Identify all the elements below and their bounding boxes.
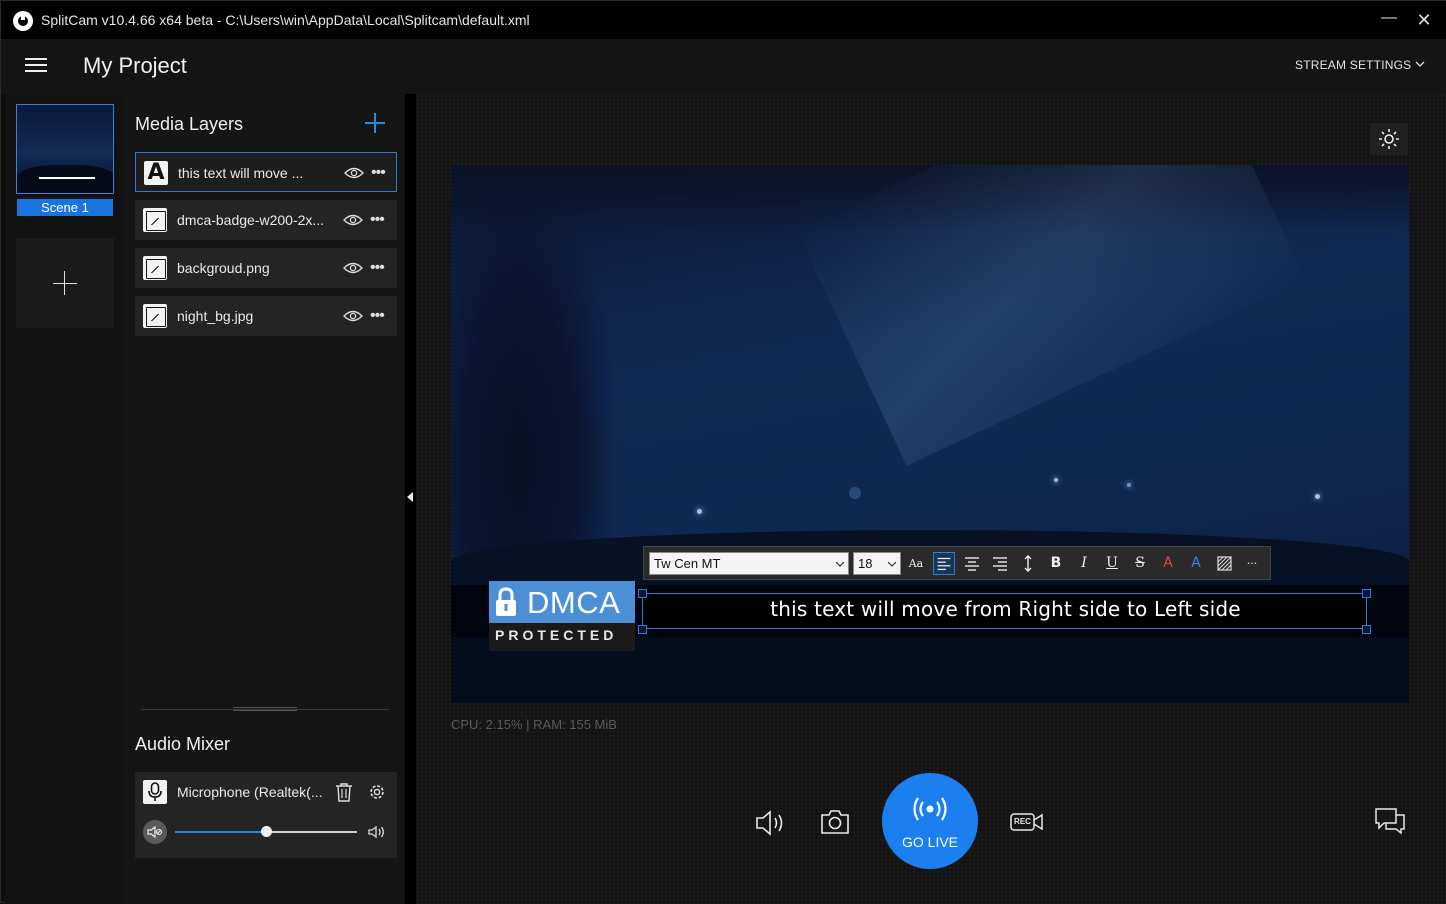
audio-source-item: Microphone (Realtek(... [135,772,397,858]
scene-label[interactable]: Scene 1 [17,199,113,216]
underline-button[interactable]: U [1101,552,1123,575]
resize-handle[interactable] [233,707,297,711]
broadcast-icon [913,797,947,821]
chat-icon[interactable] [1374,807,1406,835]
audio-mixer-title: Audio Mixer [135,734,231,754]
go-live-button[interactable]: GO LIVE [882,773,978,869]
eye-icon[interactable] [343,260,363,276]
layer-label: dmca-badge-w200-2x... [177,212,325,228]
collapse-arrow-icon[interactable] [407,492,413,502]
add-scene-button[interactable] [16,238,114,328]
image-layer-icon [143,304,167,328]
text-color-button[interactable]: A [1157,552,1179,575]
background-fill-icon[interactable] [1213,552,1235,575]
scene-thumbnail[interactable] [16,104,114,194]
more-format-button[interactable]: ··· [1241,552,1263,575]
audio-source-label: Microphone (Realtek(... [177,784,323,800]
align-center-icon[interactable] [961,552,983,575]
dmca-word: DMCA [527,585,621,620]
italic-button[interactable]: I [1073,552,1095,575]
resize-handle[interactable] [638,589,647,598]
chevron-down-icon [836,561,844,567]
font-family-select[interactable]: Tw Cen MT [649,552,849,575]
close-button[interactable]: ✕ [1413,9,1435,31]
text-format-toolbar: Tw Cen MT 18 Aa B I U S A A ··· [643,546,1271,580]
resize-handle[interactable] [1362,589,1371,598]
record-label: REC [1014,817,1031,826]
title-bar: SplitCam v10.4.66 x64 beta - C:\Users\wi… [1,1,1446,39]
stream-settings-button[interactable]: STREAM SETTINGS [1295,58,1411,72]
microphone-icon [143,780,167,804]
app-header: My Project STREAM SETTINGS [1,39,1446,94]
performance-stats: CPU: 2.15% | RAM: 155 MiB [451,717,617,732]
layer-item[interactable]: night_bg.jpg ••• [135,296,397,336]
text-outline-button[interactable]: A [1185,552,1207,575]
splitcam-window: SplitCam v10.4.66 x64 beta - C:\Users\wi… [0,0,1446,904]
layer-label: backgroud.png [177,260,270,276]
splitcam-logo-icon [13,11,33,31]
font-size-select[interactable]: 18 [853,552,901,575]
align-right-icon[interactable] [989,552,1011,575]
speaker-volume-icon [368,825,384,839]
hamburger-menu-icon[interactable] [25,58,47,74]
moving-text: this text will move from Right side to L… [770,597,1241,621]
layer-item[interactable]: backgroud.png ••• [135,248,397,288]
mute-speaker-icon[interactable] [143,820,167,844]
font-size-value: 18 [858,556,873,571]
add-layer-button[interactable] [365,113,385,133]
text-layer-frame[interactable]: this text will move from Right side to L… [642,593,1367,629]
dmca-protected-text: PROTECTED [495,627,618,643]
more-options-icon[interactable]: ••• [371,163,391,183]
window-title: SplitCam v10.4.66 x64 beta - C:\Users\wi… [41,12,530,28]
strikethrough-button[interactable]: S [1129,552,1151,575]
trash-icon[interactable] [335,782,353,802]
layer-item[interactable]: A this text will move ... ••• [135,152,397,192]
dmca-badge[interactable]: DMCA PROTECTED [489,581,635,651]
resize-handle[interactable] [638,625,647,634]
layer-label: night_bg.jpg [177,308,254,324]
lock-icon [496,587,516,616]
image-layer-icon [143,208,167,232]
camera-icon[interactable] [820,808,850,836]
more-options-icon[interactable]: ••• [370,306,390,326]
scenes-panel: Scene 1 [5,94,125,904]
align-left-icon[interactable] [933,552,955,575]
more-options-icon[interactable]: ••• [370,258,390,278]
resize-handle[interactable] [1362,625,1371,634]
bold-button[interactable]: B [1045,552,1067,575]
layer-item[interactable]: dmca-badge-w200-2x... ••• [135,200,397,240]
speaker-icon[interactable] [753,808,789,838]
eye-icon[interactable] [343,308,363,324]
chevron-down-icon [888,561,896,567]
media-layers-title: Media Layers [135,114,244,134]
main-area: DMCA PROTECTED this text will move from … [416,94,1446,904]
eye-icon[interactable] [343,212,363,228]
go-live-label: GO LIVE [901,834,959,850]
volume-slider-fill [175,831,266,833]
project-title: My Project [83,53,187,78]
more-options-icon[interactable]: ••• [370,210,390,230]
text-layer-icon: A [144,161,168,185]
panel-splitter[interactable] [405,94,416,904]
volume-slider-thumb[interactable] [261,826,272,837]
font-family-value: Tw Cen MT [654,556,721,571]
chevron-down-icon[interactable] [1415,59,1425,69]
layer-label: this text will move ... [178,165,304,181]
gear-icon[interactable] [367,782,387,802]
image-layer-icon [143,256,167,280]
layers-panel: Media Layers A this text will move ... •… [125,94,405,904]
eye-icon[interactable] [344,165,364,181]
text-case-button[interactable]: Aa [905,552,927,575]
record-button[interactable]: REC [1010,811,1044,833]
vertical-align-icon[interactable] [1017,552,1039,575]
minimize-button[interactable]: — [1379,10,1399,29]
brightness-icon[interactable] [1370,123,1408,155]
stream-preview[interactable]: DMCA PROTECTED this text will move from … [451,165,1409,703]
